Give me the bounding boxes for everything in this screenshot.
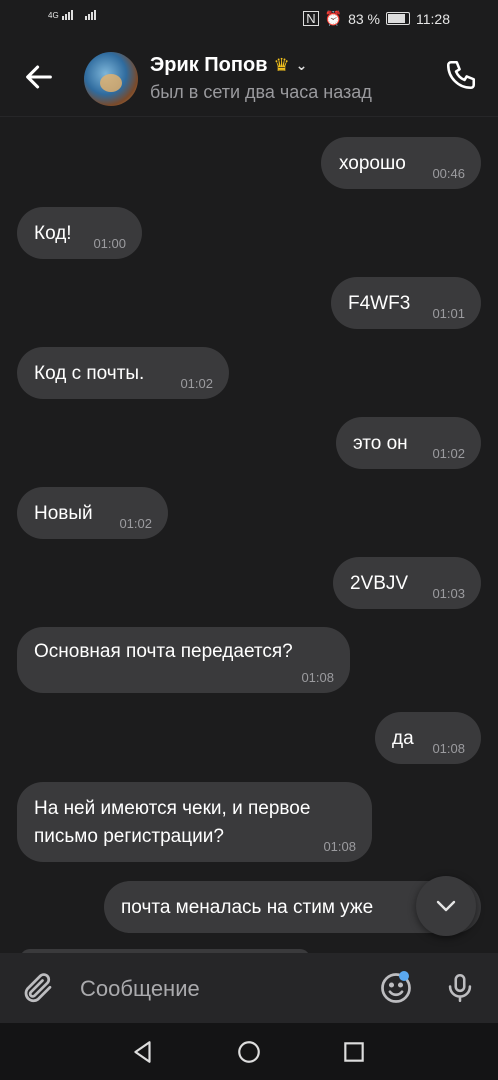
last-seen: был в сети два часа назад <box>150 82 372 102</box>
message-outgoing[interactable]: это он 01:02 <box>336 417 481 469</box>
message-input[interactable]: Сообщение <box>80 976 200 1002</box>
message-text: почта меналась на стим уже <box>121 897 374 918</box>
battery-icon <box>386 12 410 25</box>
message-time: 01:02 <box>432 446 465 461</box>
contact-name[interactable]: Эрик Попов ♛ ⌄ <box>150 54 307 77</box>
message-text: На ней имеются чеки, и первое письмо рег… <box>34 798 311 847</box>
chevron-down-icon[interactable]: ⌄ <box>296 57 308 74</box>
arrow-left-icon[interactable] <box>22 60 56 94</box>
status-bar: 4G N ⏰ 83 % 11:28 <box>0 0 498 38</box>
notification-dot <box>399 971 409 981</box>
message-composer: Сообщение <box>0 953 498 1023</box>
message-text: Код! <box>34 223 72 244</box>
nav-back-icon[interactable] <box>130 1039 156 1065</box>
message-list[interactable]: хорошо 00:46 Код! 01:00 F4WF3 01:01 Код … <box>0 117 498 953</box>
message-text: Новый <box>34 503 93 524</box>
message-outgoing[interactable]: 2VBJV 01:03 <box>333 557 481 609</box>
status-right: N ⏰ 83 % 11:28 <box>303 10 450 27</box>
message-incoming[interactable]: Код! 01:00 <box>17 207 142 259</box>
message-text: это он <box>353 433 408 454</box>
scroll-down-button[interactable] <box>416 876 476 936</box>
message-time: 00:46 <box>432 166 465 181</box>
message-time: 01:02 <box>119 516 152 531</box>
message-text: 2VBJV <box>350 573 409 594</box>
battery-percent: 83 % <box>348 10 380 27</box>
message-time: 01:08 <box>301 670 334 685</box>
alarm-icon: ⏰ <box>324 10 343 26</box>
signal-group: 4G <box>48 10 96 20</box>
message-time: 01:02 <box>180 376 213 391</box>
message-outgoing[interactable]: F4WF3 01:01 <box>331 277 481 329</box>
phone-icon[interactable] <box>444 58 478 92</box>
message-time: 01:08 <box>323 839 356 854</box>
signal-icon: 4G <box>48 10 73 20</box>
message-incoming[interactable]: На ней имеются чеки, и первое письмо рег… <box>17 782 372 862</box>
nfc-icon: N <box>303 11 319 26</box>
message-text: F4WF3 <box>348 293 411 314</box>
message-incoming[interactable]: Новый 01:02 <box>17 487 168 539</box>
message-time: 01:01 <box>432 306 465 321</box>
message-outgoing[interactable]: хорошо 00:46 <box>321 137 481 189</box>
chevron-down-icon <box>436 900 456 912</box>
message-time: 01:03 <box>432 586 465 601</box>
message-time: 01:00 <box>93 236 126 251</box>
system-nav-bar <box>0 1023 498 1080</box>
message-outgoing[interactable]: да 01:08 <box>375 712 481 764</box>
paperclip-icon[interactable] <box>20 970 56 1006</box>
contact-name-text: Эрик Попов <box>150 54 268 76</box>
message-incoming[interactable]: Код с почты. 01:02 <box>17 347 229 399</box>
nav-recents-icon[interactable] <box>341 1039 367 1065</box>
message-time: 01:08 <box>432 741 465 756</box>
microphone-icon[interactable] <box>443 970 477 1006</box>
message-incoming[interactable]: Основная почта передается? 01:08 <box>17 627 350 693</box>
message-text: да <box>392 728 414 749</box>
nav-home-icon[interactable] <box>236 1039 262 1065</box>
crown-icon: ♛ <box>273 55 290 75</box>
network-label: 4G <box>48 11 59 20</box>
chat-header: Эрик Попов ♛ ⌄ был в сети два часа назад <box>0 38 498 117</box>
avatar[interactable] <box>84 52 138 106</box>
message-text: Код с почты. <box>34 363 145 384</box>
message-text: хорошо <box>339 153 406 174</box>
signal-icon-2 <box>84 10 96 20</box>
clock: 11:28 <box>416 10 450 27</box>
message-text: Основная почта передается? <box>34 641 293 662</box>
